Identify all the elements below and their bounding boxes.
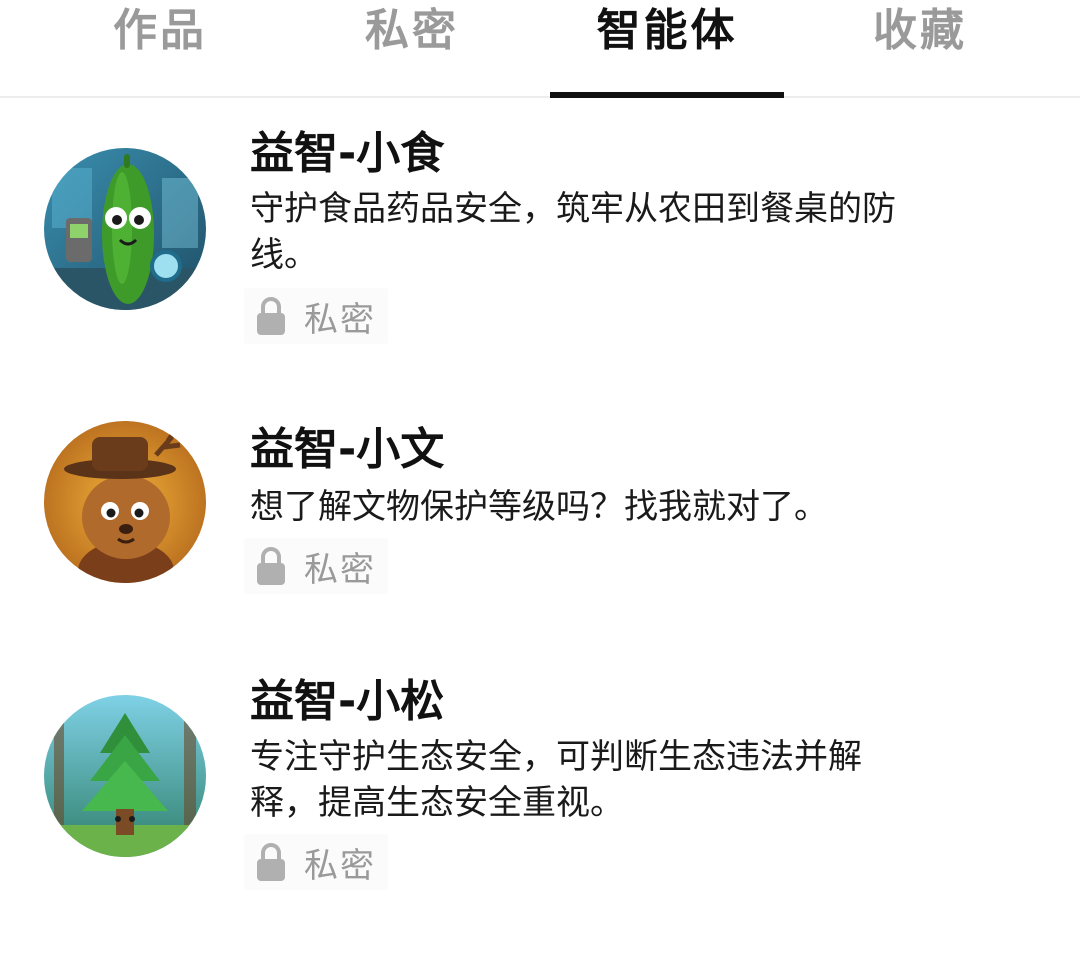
- tab-bar: 作品 私密 智能体 收藏: [0, 0, 1080, 98]
- agent-description: 守护食品药品安全，筑牢从农田到餐桌的防线。: [250, 189, 896, 275]
- agent-description: 想了解文物保护等级吗？找我就对了。: [250, 487, 828, 527]
- agent-name: 益智-小食: [250, 128, 445, 179]
- private-badge: 私密: [244, 538, 388, 594]
- active-tab-indicator: [550, 92, 784, 98]
- private-status-label: 私密: [304, 845, 376, 886]
- agent-name: 益智-小文: [250, 424, 445, 475]
- agent-description: 专注守护生态安全，可判断生态违法并解释，提高生态安全重视。: [250, 737, 862, 823]
- private-status-label: 私密: [304, 299, 376, 340]
- private-badge: 私密: [244, 834, 388, 890]
- pine-tree-character-avatar: [44, 695, 206, 857]
- private-status-label: 私密: [304, 549, 376, 590]
- tab-agents[interactable]: 智能体: [550, 0, 784, 98]
- lock-icon: [257, 297, 285, 335]
- deer-character-avatar: [44, 421, 206, 583]
- agent-item-xiaoshi[interactable]: 益智-小食 守护食品药品安全，筑牢从农田到餐桌的防线。 私密: [0, 100, 1080, 390]
- private-badge: 私密: [244, 288, 388, 344]
- agent-name: 益智-小松: [250, 676, 445, 727]
- tab-private[interactable]: 私密: [312, 0, 512, 98]
- lock-icon: [257, 843, 285, 881]
- cucumber-character-avatar: [44, 148, 206, 310]
- tab-favorites[interactable]: 收藏: [820, 0, 1020, 98]
- agent-item-xiaosong[interactable]: 益智-小松 专注守护生态安全，可判断生态违法并解释，提高生态安全重视。 私密: [0, 644, 1080, 944]
- agent-item-xiaowen[interactable]: 益智-小文 想了解文物保护等级吗？找我就对了。 私密: [0, 392, 1080, 642]
- tab-works[interactable]: 作品: [60, 0, 260, 98]
- lock-icon: [257, 547, 285, 585]
